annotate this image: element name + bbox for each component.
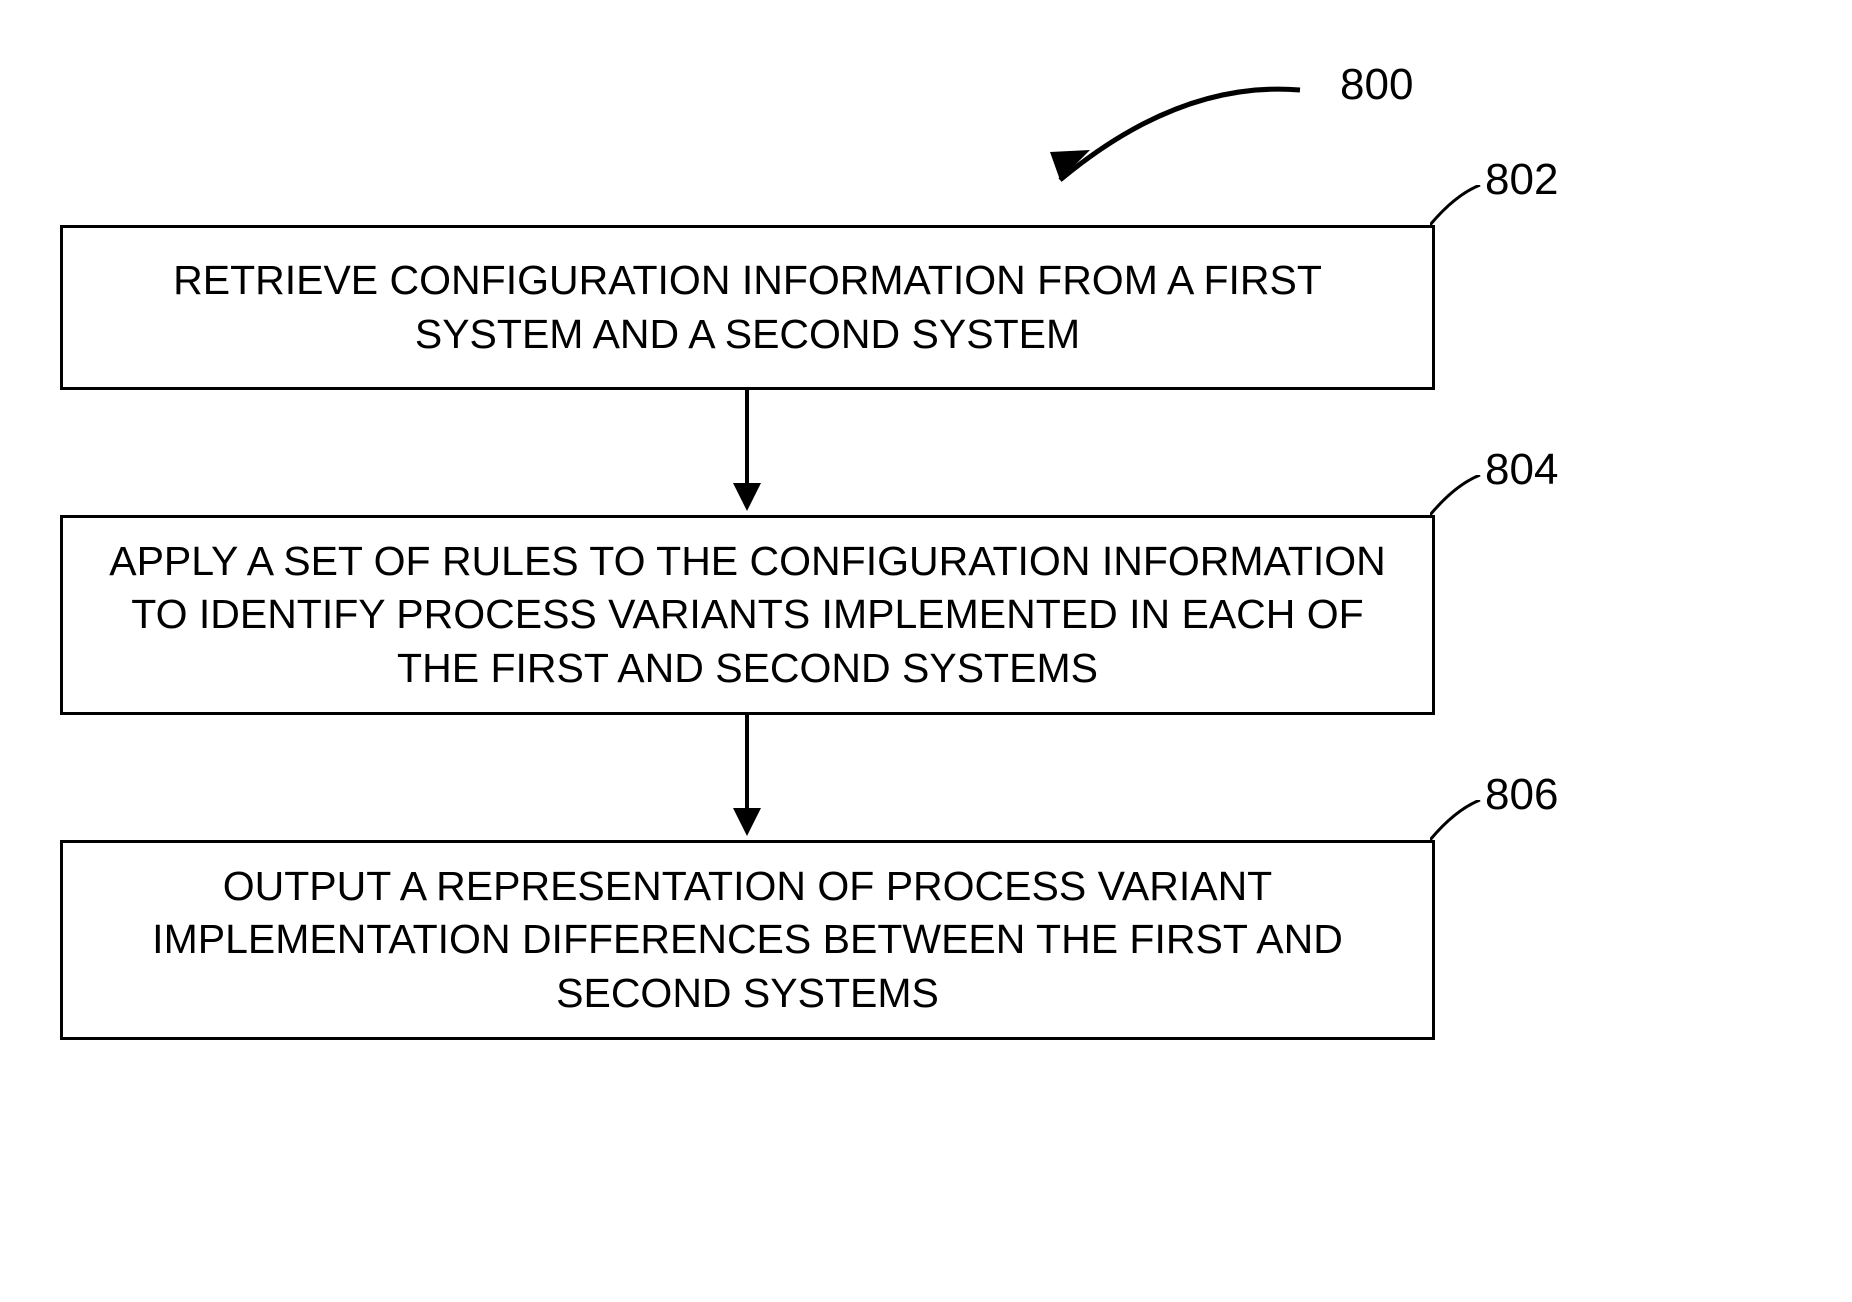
figure-label-800: 800: [1340, 60, 1413, 110]
arrow-2-to-3-head-icon: [733, 808, 761, 836]
flowchart-box-806-text: OUTPUT A REPRESENTATION OF PROCESS VARIA…: [103, 860, 1392, 1020]
leader-line-802-icon: [1430, 185, 1485, 230]
arrow-1-to-2-head-icon: [733, 483, 761, 511]
flowchart-box-806: OUTPUT A REPRESENTATION OF PROCESS VARIA…: [60, 840, 1435, 1040]
flowchart-box-804: APPLY A SET OF RULES TO THE CONFIGURATIO…: [60, 515, 1435, 715]
leader-line-804-icon: [1430, 475, 1485, 520]
flowchart-box-804-text: APPLY A SET OF RULES TO THE CONFIGURATIO…: [103, 535, 1392, 695]
box-label-804: 804: [1485, 445, 1558, 495]
box-label-806: 806: [1485, 770, 1558, 820]
arrow-1-to-2-line: [745, 390, 749, 485]
flowchart-box-802-text: RETRIEVE CONFIGURATION INFORMATION FROM …: [103, 254, 1392, 361]
curved-arrow-icon: [1000, 70, 1340, 210]
flowchart-box-802: RETRIEVE CONFIGURATION INFORMATION FROM …: [60, 225, 1435, 390]
leader-line-806-icon: [1430, 800, 1485, 845]
arrow-2-to-3-line: [745, 715, 749, 810]
box-label-802: 802: [1485, 155, 1558, 205]
